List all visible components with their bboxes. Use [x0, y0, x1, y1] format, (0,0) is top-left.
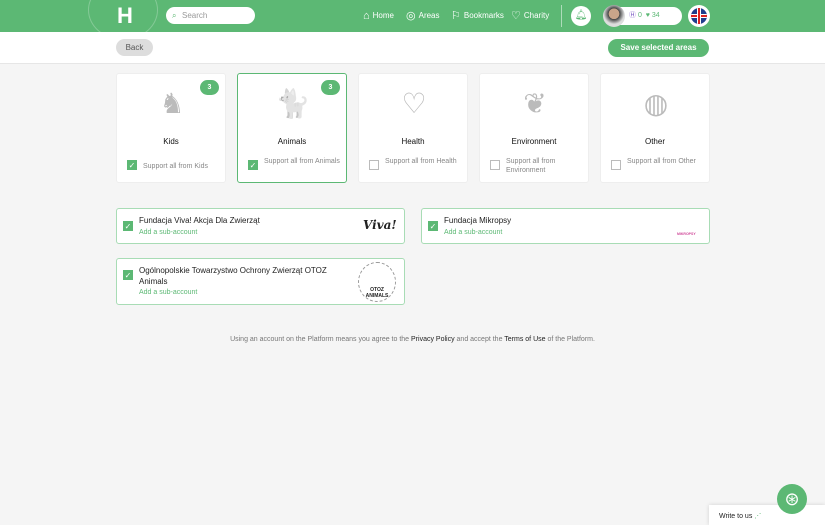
arrow-icon: ⋰ [754, 513, 762, 520]
support-all-checkbox[interactable] [611, 160, 621, 170]
footer-post: of the Platform. [545, 336, 595, 343]
nav-charity[interactable]: ♡ Charity [511, 0, 549, 32]
area-title: Environment [511, 137, 557, 146]
back-button[interactable]: Back [116, 39, 153, 56]
target-icon: ◎ [406, 10, 416, 22]
paw-logo: OTOZ ANIMALS [358, 262, 396, 302]
area-title: Kids [163, 137, 179, 146]
area-title: Health [401, 137, 425, 146]
nav-label: Areas [418, 11, 440, 20]
write-to-us-button[interactable]: Write to us ⋰ [709, 505, 825, 525]
org-checkbox[interactable]: ✓ [123, 221, 133, 231]
heart-icon: ♥ [645, 12, 650, 19]
globe-icon: ◍ [643, 88, 669, 119]
coin-icon: Ⓗ [629, 12, 636, 19]
rocking-horse-icon: ♞ [159, 88, 185, 119]
divider [561, 5, 562, 27]
org-checkbox[interactable]: ✓ [428, 221, 438, 231]
home-icon: ⌂ [363, 10, 370, 22]
area-card-other[interactable]: ◍ Other Support all from Other [600, 73, 710, 183]
uk-flag-icon[interactable] [688, 5, 710, 27]
footer-mid: and accept the [454, 336, 505, 343]
org-card[interactable]: ✓ Fundacja Viva! Akcja Dla Zwierząt Add … [116, 208, 405, 244]
org-name: Fundacja Mikropsy [444, 216, 512, 225]
nav-label: Charity [523, 11, 550, 20]
nav-label: Bookmarks [463, 11, 504, 20]
heart-icon: ♡ [511, 10, 521, 22]
search-input[interactable]: ⌕ Search [166, 7, 255, 24]
add-sub-account-link[interactable]: Add a sub-account [139, 229, 197, 236]
area-title: Animals [277, 137, 307, 146]
nav-label: Home [372, 11, 394, 20]
privacy-policy-link[interactable]: Privacy Policy [411, 336, 455, 343]
org-name: Ogólnopolskie Towarzystwo Ochrony Zwierz… [139, 266, 327, 286]
area-title: Other [644, 137, 665, 146]
lifebuoy-icon[interactable]: ⊛ [777, 484, 807, 514]
save-selected-areas-button[interactable]: Save selected areas [608, 39, 709, 57]
area-card-kids[interactable]: ♞ 3 Kids ✓ Support all from Kids [116, 73, 226, 183]
org-checkbox[interactable]: ✓ [123, 270, 133, 280]
footer-text: Using an account on the Platform means y… [0, 336, 825, 343]
search-icon: ⌕ [172, 11, 177, 20]
support-all-label: Support all from Environment [506, 158, 556, 174]
bookmark-icon: ⚐ [451, 10, 461, 22]
add-sub-account-link[interactable]: Add a sub-account [139, 289, 197, 296]
heartbeat-icon: ♡ [401, 88, 427, 119]
footer-pre: Using an account on the Platform means y… [230, 336, 412, 343]
org-name: Fundacja Viva! Akcja Dla Zwierząt [139, 216, 260, 225]
org-card[interactable]: ✓ Ogólnopolskie Towarzystwo Ochrony Zwie… [116, 258, 405, 305]
support-all-checkbox[interactable] [490, 160, 500, 170]
org-logo: MIKROPSY [677, 232, 696, 236]
count-badge: 3 [321, 80, 340, 95]
support-all-label: Support all from Animals [264, 158, 340, 165]
search-placeholder: Search [182, 11, 208, 20]
logo[interactable]: H [110, 3, 140, 29]
support-all-label: Support all from Health [385, 158, 457, 165]
count-badge: 3 [200, 80, 219, 95]
add-sub-account-link[interactable]: Add a sub-account [444, 229, 502, 236]
area-card-environment[interactable]: ❦ Environment Support all from Environme… [479, 73, 589, 183]
org-logo: Viva! [363, 218, 397, 232]
write-label: Write to us [719, 513, 753, 520]
top-header: H ⌕ Search ⌂ Home ◎ Areas ⚐ Bookmarks ♡ Chari… [0, 0, 825, 40]
org-card[interactable]: ✓ Fundacja Mikropsy Add a sub-account MI… [421, 208, 710, 244]
support-all-label: Support all from Other [627, 158, 696, 165]
nav-bookmarks[interactable]: ⚐ Bookmarks [451, 0, 504, 32]
avatar[interactable] [603, 5, 625, 27]
nav-areas[interactable]: ◎ Areas [406, 0, 440, 32]
bell-icon[interactable]: 🔔︎ [571, 6, 591, 26]
heart-count: 34 [651, 12, 660, 19]
cat-icon: 🐈 [275, 88, 311, 119]
area-card-health[interactable]: ♡ Health Support all from Health [358, 73, 468, 183]
nav-home[interactable]: ⌂ Home [363, 0, 394, 32]
terms-of-use-link[interactable]: Terms of Use [504, 336, 545, 343]
support-all-checkbox[interactable]: ✓ [127, 160, 137, 170]
support-all-checkbox[interactable] [369, 160, 379, 170]
plant-hand-icon: ❦ [523, 88, 547, 119]
area-card-animals[interactable]: 🐈 3 Animals ✓ Support all from Animals [237, 73, 347, 183]
coin-count: 0 [637, 12, 642, 19]
support-all-checkbox[interactable]: ✓ [248, 160, 258, 170]
support-all-label: Support all from Kids [143, 163, 208, 170]
